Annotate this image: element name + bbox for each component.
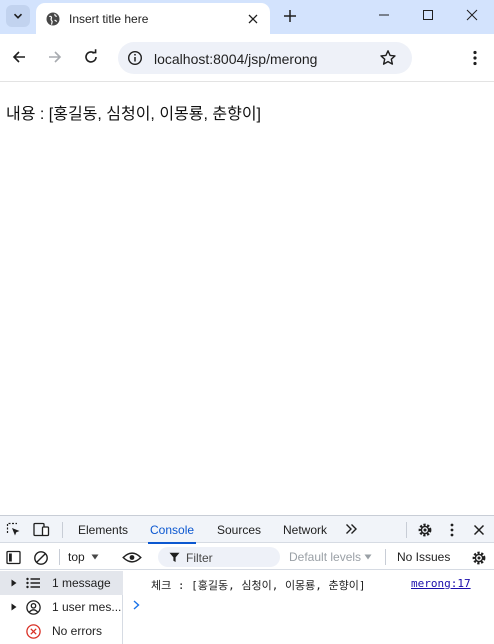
- sidebar-item-errors[interactable]: No errors: [0, 619, 123, 643]
- dropdown-arrow-icon: [91, 554, 99, 560]
- devtools-menu-icon[interactable]: [448, 521, 456, 538]
- console-output: 체크 : [홍길동, 심청이, 이몽룡, 춘향이] merong:17: [124, 571, 494, 644]
- list-icon: [25, 575, 41, 591]
- filter-divider: [385, 549, 386, 565]
- user-icon: [25, 599, 41, 615]
- reload-icon: [85, 49, 97, 63]
- browser-toolbar: localhost:8004/jsp/merong: [0, 34, 494, 82]
- sidebar-item-messages[interactable]: 1 message: [0, 571, 123, 595]
- filter-funnel-icon: [169, 552, 180, 562]
- console-filter-bar: top Filter Default levels No Issues: [0, 544, 494, 570]
- live-expression-eye-icon[interactable]: [122, 549, 142, 566]
- console-sidebar: 1 message 1 user mes... No errors: [0, 571, 123, 644]
- log-levels-select[interactable]: Default levels: [289, 550, 372, 564]
- maximize-icon: [423, 10, 433, 20]
- console-settings-gear-icon[interactable]: [470, 549, 487, 566]
- sidebar-item-label: No errors: [52, 624, 103, 638]
- context-select[interactable]: top: [68, 550, 99, 564]
- filter-placeholder: Filter: [186, 551, 213, 565]
- minimize-icon: [379, 14, 389, 16]
- plus-icon: [284, 10, 296, 22]
- arrow-left-icon: [12, 51, 25, 63]
- tab-console[interactable]: Console: [147, 516, 197, 544]
- address-bar[interactable]: localhost:8004/jsp/merong: [118, 42, 412, 74]
- minimize-button[interactable]: [362, 0, 406, 30]
- close-icon: [466, 9, 478, 21]
- filter-divider: [59, 549, 60, 565]
- inspect-element-icon[interactable]: [5, 521, 21, 537]
- tab-strip: Insert title here: [0, 0, 494, 34]
- sidebar-toggle-icon[interactable]: [5, 549, 21, 565]
- tab-search-button[interactable]: [6, 5, 30, 27]
- log-source-link[interactable]: merong:17: [411, 577, 471, 590]
- devtools-divider: [62, 522, 63, 538]
- bookmark-star-icon[interactable]: [378, 48, 398, 68]
- devtools-tab-bar: Elements Console Sources Network: [0, 516, 494, 544]
- settings-gear-icon[interactable]: [416, 521, 433, 538]
- maximize-button[interactable]: [406, 0, 450, 30]
- close-window-button[interactable]: [450, 0, 494, 30]
- site-info-icon[interactable]: [124, 47, 146, 69]
- content-text: 내용 : [홍길동, 심청이, 이몽룡, 춘향이]: [6, 106, 261, 123]
- url-text[interactable]: localhost:8004/jsp/merong: [154, 51, 317, 67]
- devtools-panel: Elements Console Sources Network top Fil…: [0, 515, 494, 644]
- tab-title: Insert title here: [69, 11, 149, 26]
- console-prompt-icon[interactable]: [133, 598, 140, 613]
- chevron-down-icon: [13, 13, 23, 19]
- browser-menu-button[interactable]: [466, 47, 484, 69]
- globe-icon: [46, 12, 60, 26]
- tab-close-icon[interactable]: [244, 10, 262, 28]
- sidebar-item-user-messages[interactable]: 1 user mes...: [0, 595, 123, 619]
- log-levels-label: Default levels: [289, 550, 362, 564]
- dropdown-arrow-icon: [364, 554, 372, 560]
- expand-triangle-icon[interactable]: [8, 603, 20, 611]
- devtools-divider: [406, 522, 407, 538]
- browser-tab[interactable]: Insert title here: [36, 3, 270, 34]
- more-tabs-icon[interactable]: [344, 522, 358, 536]
- clear-console-icon[interactable]: [32, 549, 49, 566]
- device-toolbar-icon[interactable]: [33, 521, 50, 537]
- error-icon: [25, 623, 41, 639]
- sidebar-item-label: 1 user mes...: [52, 600, 122, 614]
- more-vertical-icon: [473, 50, 477, 66]
- page-content: 내용 : [홍길동, 심청이, 이몽룡, 춘향이]: [0, 83, 494, 515]
- tab-elements[interactable]: Elements: [78, 516, 128, 543]
- tab-network[interactable]: Network: [283, 516, 327, 543]
- back-button[interactable]: [8, 46, 30, 68]
- devtools-close-icon[interactable]: [471, 522, 486, 537]
- tab-sources[interactable]: Sources: [217, 516, 261, 543]
- issues-button[interactable]: No Issues: [397, 550, 450, 564]
- forward-button[interactable]: [44, 46, 66, 68]
- new-tab-button[interactable]: [280, 6, 300, 26]
- log-message: 체크 : [홍길동, 심청이, 이몽룡, 춘향이]: [151, 579, 366, 592]
- filter-input[interactable]: Filter: [158, 547, 280, 567]
- arrow-right-icon: [49, 51, 62, 63]
- console-log-row: 체크 : [홍길동, 심청이, 이몽룡, 춘향이] merong:17: [124, 571, 494, 595]
- sidebar-item-label: 1 message: [52, 576, 111, 590]
- reload-button[interactable]: [80, 46, 102, 68]
- expand-triangle-icon[interactable]: [8, 579, 20, 587]
- context-label: top: [68, 550, 85, 564]
